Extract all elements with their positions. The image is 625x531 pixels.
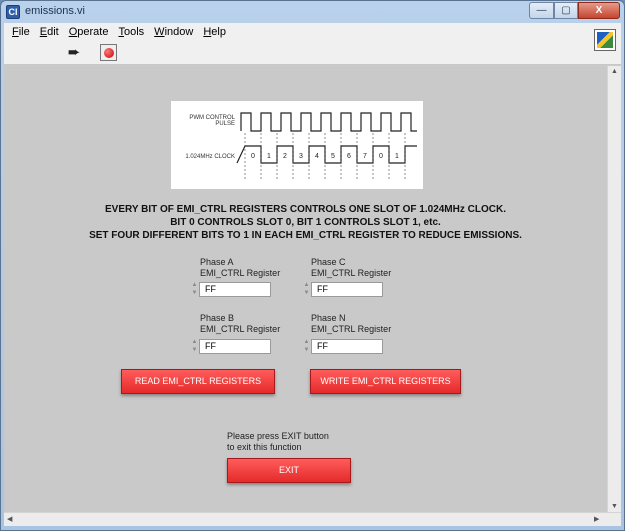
decrement-icon: ▼ (191, 290, 198, 296)
phase-a-label-group: Phase A EMI_CTRL Register (200, 257, 280, 279)
phase-a-spinner[interactable]: ▲ ▼ (190, 281, 199, 297)
slot-label: 1 (267, 153, 271, 160)
phase-b-numeric-control: ▲ ▼ (190, 338, 271, 354)
phase-b-label-group: Phase B EMI_CTRL Register (200, 313, 280, 335)
menu-operate[interactable]: Operate (69, 26, 109, 38)
clock-waveform (236, 145, 417, 164)
slot-label: 2 (283, 153, 287, 160)
timing-waveforms: 0 1 2 3 4 5 6 7 0 1 (236, 112, 417, 179)
slot-label: 1 (395, 153, 399, 160)
scroll-right-icon[interactable]: ▶ (594, 515, 599, 523)
phase-n-spinner[interactable]: ▲ ▼ (302, 338, 311, 354)
scroll-left-icon[interactable]: ◀ (7, 515, 12, 523)
decrement-icon: ▼ (303, 290, 310, 296)
phase-n-label: Phase N (311, 313, 346, 323)
scroll-up-icon[interactable]: ▲ (611, 68, 618, 75)
decrement-icon: ▼ (191, 347, 198, 353)
instructions-text: EVERY BIT OF EMI_CTRL REGISTERS CONTROLS… (4, 203, 607, 242)
slot-label: 6 (347, 153, 351, 160)
phase-n-label-group: Phase N EMI_CTRL Register (311, 313, 391, 335)
toolbar: ➨ (4, 29, 621, 65)
menu-edit[interactable]: Edit (40, 26, 59, 38)
phase-c-label: Phase C (311, 257, 346, 267)
window-title: emissions.vi (25, 5, 85, 17)
menu-bar: File Edit Operate Tools Window Help (4, 23, 621, 41)
close-icon: X (595, 5, 603, 16)
menu-file[interactable]: File (12, 26, 30, 38)
instruction-line-3: SET FOUR DIFFERENT BITS TO 1 IN EACH EMI… (89, 230, 522, 241)
increment-icon: ▲ (303, 339, 310, 345)
slot-label: 4 (315, 153, 319, 160)
instruction-line-1: EVERY BIT OF EMI_CTRL REGISTERS CONTROLS… (105, 204, 506, 215)
phase-a-label: Phase A (200, 257, 234, 267)
maximize-button[interactable]: ▢ (554, 2, 578, 19)
scroll-down-icon[interactable]: ▼ (611, 503, 618, 510)
write-registers-button[interactable]: WRITE EMI_CTRL REGISTERS (310, 369, 461, 394)
phase-a-register-input[interactable] (199, 281, 271, 297)
minimize-button[interactable]: — (529, 2, 554, 19)
phase-c-spinner[interactable]: ▲ ▼ (302, 281, 311, 297)
phase-c-register-label: EMI_CTRL Register (311, 268, 392, 278)
abort-stop-button[interactable] (100, 44, 117, 61)
abort-stop-icon (104, 48, 114, 58)
phase-a-numeric-control: ▲ ▼ (190, 281, 271, 297)
phase-b-register-input[interactable] (199, 338, 271, 354)
window-controls: — ▢ X (529, 2, 620, 19)
menu-window[interactable]: Window (154, 26, 193, 38)
exit-note-line-1: Please press EXIT button (227, 431, 329, 441)
exit-instructions: Please press EXIT button to exit this fu… (227, 431, 329, 453)
phase-a-register-label: EMI_CTRL Register (200, 268, 281, 278)
pwm-waveform (240, 112, 417, 132)
phase-c-register-input[interactable] (311, 281, 383, 297)
increment-icon: ▲ (303, 282, 310, 288)
timing-diagram: PWM CONTROL PULSE 1.024MHz CLOCK 0 1 2 3… (171, 101, 423, 189)
exit-button[interactable]: EXIT (227, 458, 351, 483)
menu-tools[interactable]: Tools (118, 26, 144, 38)
read-registers-button[interactable]: READ EMI_CTRL REGISTERS (121, 369, 275, 394)
minimize-icon: — (536, 5, 547, 16)
maximize-icon: ▢ (561, 5, 571, 16)
slot-label: 3 (299, 153, 303, 160)
phase-c-numeric-control: ▲ ▼ (302, 281, 383, 297)
phase-n-numeric-control: ▲ ▼ (302, 338, 383, 354)
phase-b-register-label: EMI_CTRL Register (200, 324, 281, 334)
run-arrow-icon[interactable]: ➨ (64, 45, 84, 61)
horizontal-scrollbar[interactable]: ◀ ▶ (4, 512, 621, 526)
vertical-scrollbar[interactable]: ▲ ▼ (607, 66, 621, 512)
decrement-icon: ▼ (303, 347, 310, 353)
front-panel: PWM CONTROL PULSE 1.024MHz CLOCK 0 1 2 3… (4, 66, 607, 512)
increment-icon: ▲ (191, 339, 198, 345)
phase-b-spinner[interactable]: ▲ ▼ (190, 338, 199, 354)
phase-b-label: Phase B (200, 313, 235, 323)
phase-n-register-label: EMI_CTRL Register (311, 324, 392, 334)
title-bar[interactable]: Cl emissions.vi — ▢ X (1, 1, 624, 23)
exit-note-line-2: to exit this function (227, 442, 302, 452)
close-button[interactable]: X (578, 2, 620, 19)
phase-c-label-group: Phase C EMI_CTRL Register (311, 257, 391, 279)
labview-app-icon: Cl (6, 5, 20, 19)
slot-label: 0 (251, 153, 255, 160)
instruction-line-2: BIT 0 CONTROLS SLOT 0, BIT 1 CONTROLS SL… (170, 217, 441, 228)
phase-n-register-input[interactable] (311, 338, 383, 354)
slot-label: 5 (331, 153, 335, 160)
increment-icon: ▲ (191, 282, 198, 288)
slot-label: 7 (363, 153, 367, 160)
menu-help[interactable]: Help (203, 26, 226, 38)
app-window: Cl emissions.vi — ▢ X File Edit Operate … (0, 0, 625, 531)
vi-icon[interactable] (594, 29, 616, 51)
slot-label: 0 (379, 153, 383, 160)
